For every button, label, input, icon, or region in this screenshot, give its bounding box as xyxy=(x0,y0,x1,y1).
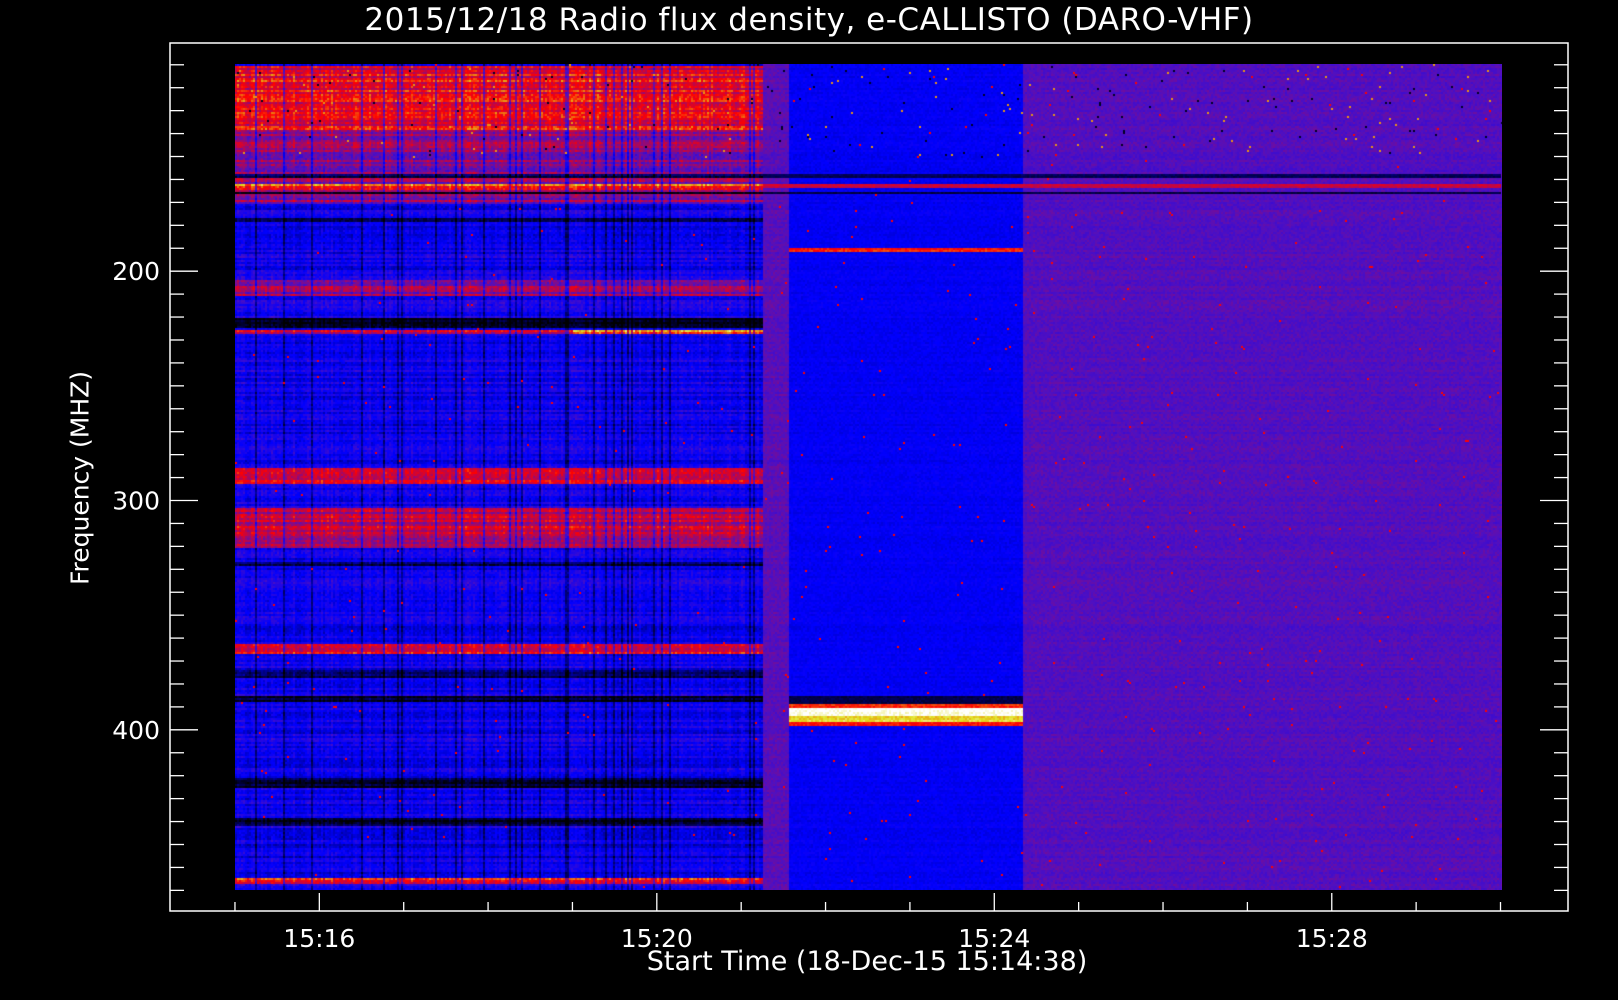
y-tick-label: 300 xyxy=(112,487,160,516)
y-tick-label: 200 xyxy=(112,257,160,286)
y-tick-label: 400 xyxy=(112,716,160,745)
plot-axes: 15:16 15:20 15:24 15:28200300400 xyxy=(112,42,1569,953)
x-axis-label: Start Time (18-Dec-15 15:14:38) xyxy=(646,946,1088,977)
y-axis-label: Frequency (MHZ) xyxy=(65,370,95,586)
plot-frame xyxy=(169,42,1569,912)
